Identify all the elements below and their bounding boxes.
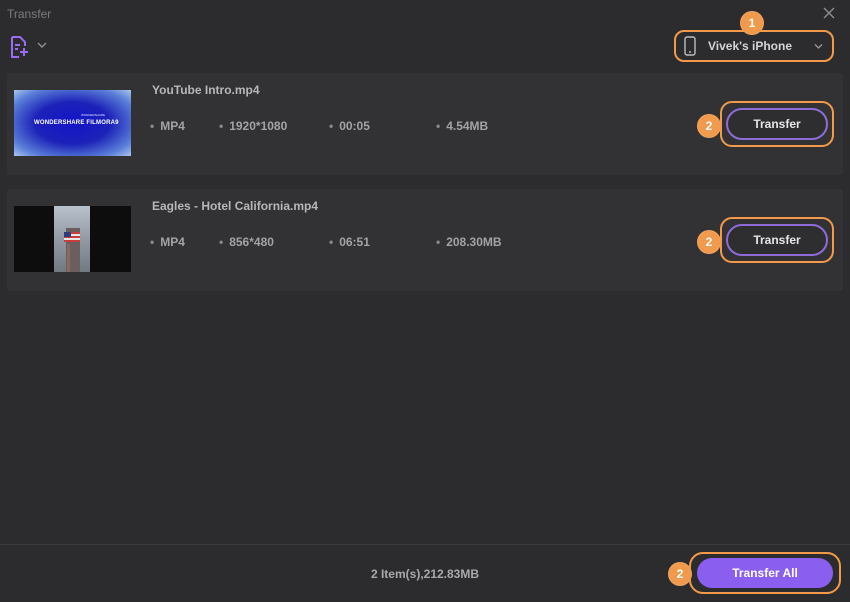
transfer-button[interactable]: Transfer xyxy=(726,224,828,256)
phone-icon xyxy=(684,36,696,56)
transfer-highlight: Transfer xyxy=(720,101,834,147)
step-badge-2: 2 xyxy=(669,563,691,585)
file-size: 4.54MB xyxy=(436,119,488,133)
step-badge-2: 2 xyxy=(698,231,720,253)
file-name: Eagles - Hotel California.mp4 xyxy=(152,199,319,213)
list-item: WONDERSHARE WONDERSHARE FILMORA9 YouTube… xyxy=(7,73,843,175)
chevron-down-icon[interactable] xyxy=(37,41,47,49)
file-format: MP4 xyxy=(150,119,185,133)
close-icon[interactable] xyxy=(820,4,838,22)
thumbnail-logo: WONDERSHARE FILMORA9 xyxy=(34,120,119,126)
transfer-all-button[interactable]: Transfer All xyxy=(697,558,833,588)
device-name: Vivek's iPhone xyxy=(708,39,793,53)
file-duration: 06:51 xyxy=(329,235,370,249)
list-item: Eagles - Hotel California.mp4 MP4 856*48… xyxy=(7,189,843,291)
add-file-icon[interactable] xyxy=(9,36,29,58)
file-format: MP4 xyxy=(150,235,185,249)
device-selector[interactable]: Vivek's iPhone xyxy=(674,30,834,62)
thumbnail-image xyxy=(54,206,90,272)
transfer-highlight: Transfer xyxy=(720,217,834,263)
chevron-down-icon xyxy=(814,44,823,49)
file-resolution: 1920*1080 xyxy=(219,119,287,133)
footer-bar: 2 Item(s),212.83MB 2 Transfer All xyxy=(0,544,850,602)
thumbnail-caption: WONDERSHARE xyxy=(81,113,106,117)
title-bar: Transfer xyxy=(0,0,850,28)
window-title: Transfer xyxy=(7,7,52,21)
step-badge-2: 2 xyxy=(698,115,720,137)
file-duration: 00:05 xyxy=(329,119,370,133)
video-thumbnail: WONDERSHARE WONDERSHARE FILMORA9 xyxy=(14,90,131,156)
flag-image-icon xyxy=(64,228,80,272)
transfer-window: Transfer 1 Vivek's iPhone WONDERSHARE WO… xyxy=(0,0,850,601)
file-name: YouTube Intro.mp4 xyxy=(152,83,260,97)
transfer-button[interactable]: Transfer xyxy=(726,108,828,140)
video-thumbnail xyxy=(14,206,131,272)
file-resolution: 856*480 xyxy=(219,235,274,249)
file-size: 208.30MB xyxy=(436,235,501,249)
transfer-all-highlight: Transfer All xyxy=(689,552,841,594)
